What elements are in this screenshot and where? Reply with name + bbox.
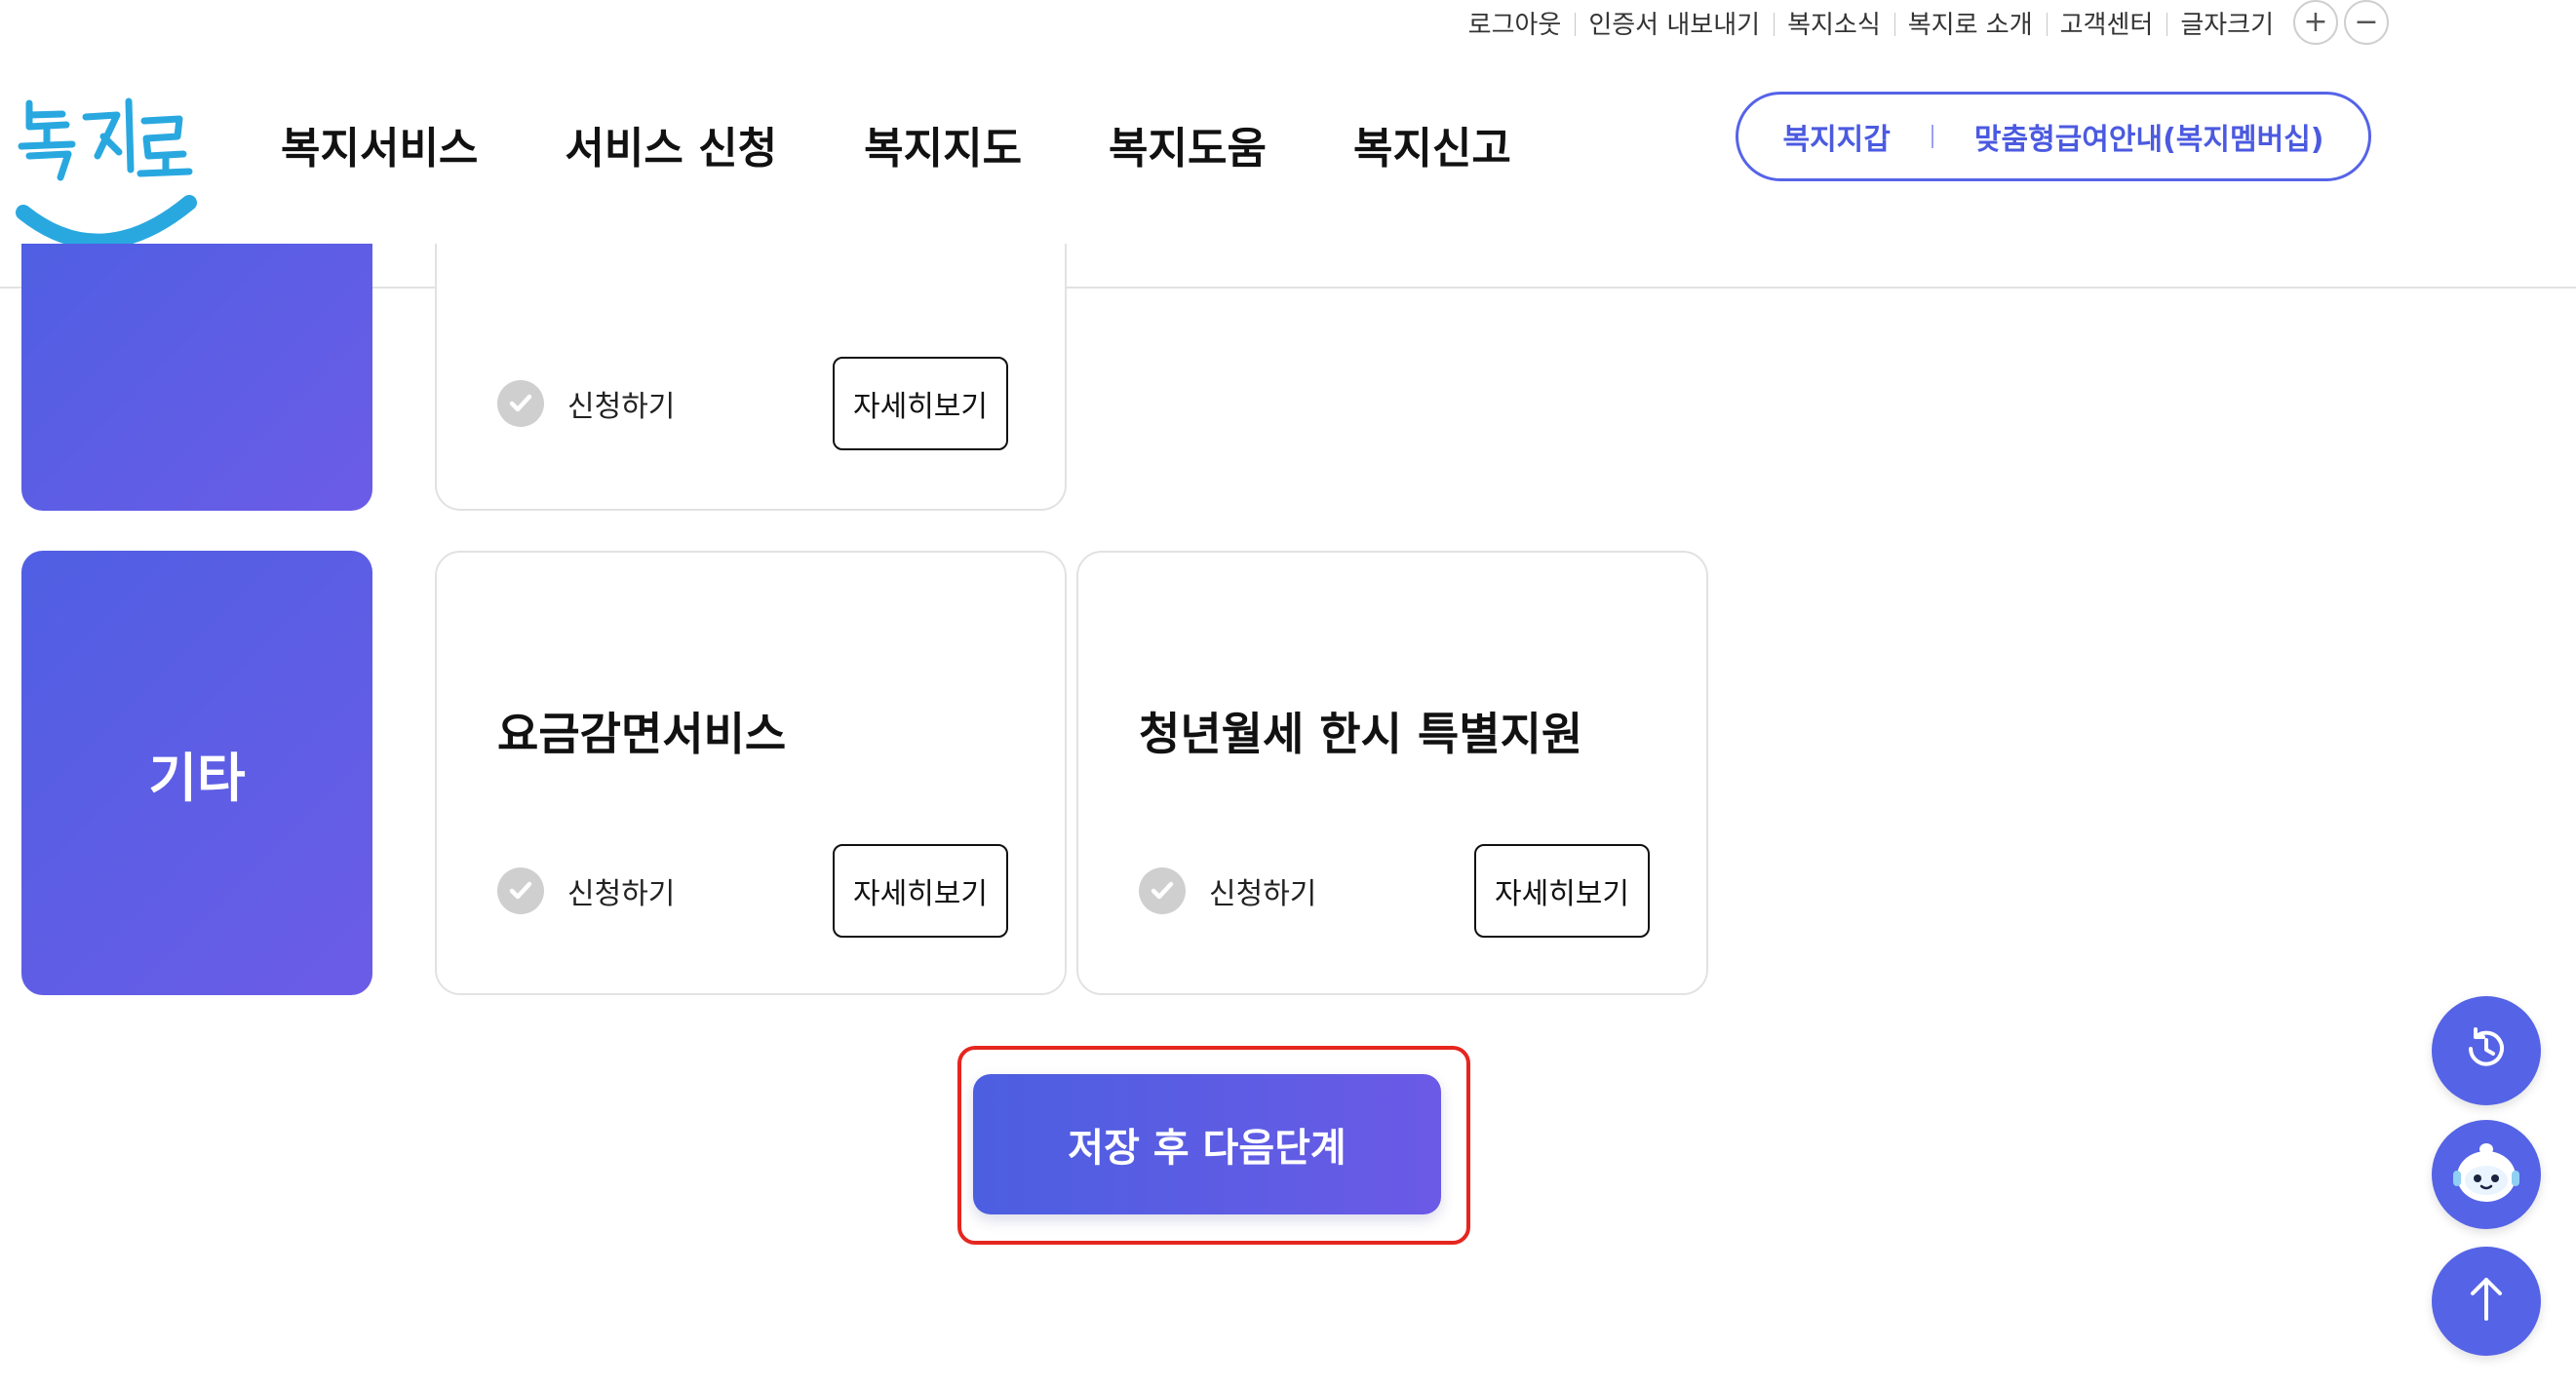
logout-link[interactable]: 로그아웃 xyxy=(1455,5,1576,41)
main-navigation: 복지서비스 서비스 신청 복지지도 복지도움 복지신고 xyxy=(281,113,1598,175)
about-link[interactable]: 복지로 소개 xyxy=(1893,5,2047,41)
arrow-up-icon xyxy=(2457,1270,2516,1332)
customer-center-link[interactable]: 고객센터 xyxy=(2046,5,2167,41)
membership-link[interactable]: 맞춤형급여안내(복지멤버십) xyxy=(1974,115,2324,158)
check-icon xyxy=(497,380,544,427)
font-size-label: 글자크기 xyxy=(2166,5,2287,41)
service-card-fee-reduction: 요금감면서비스 신청하기 자세히보기 xyxy=(435,551,1067,995)
site-header: 복지서비스 서비스 신청 복지지도 복지도움 복지신고 복지지갑 맞춤형급여안내… xyxy=(0,45,2576,289)
utility-bar: 로그아웃 인증서 내보내기 복지소식 복지로 소개 고객센터 글자크기 + − xyxy=(1455,0,2389,45)
scroll-top-button[interactable] xyxy=(2432,1247,2541,1356)
check-icon xyxy=(497,867,544,914)
chatbot-icon xyxy=(2445,1132,2527,1217)
apply-label: 신청하기 xyxy=(567,877,676,911)
save-next-button[interactable]: 저장 후 다음단계 xyxy=(973,1074,1441,1214)
detail-button[interactable]: 자세히보기 xyxy=(833,357,1008,450)
apply-label: 신청하기 xyxy=(1209,877,1317,911)
nav-welfare-map[interactable]: 복지지도 xyxy=(864,113,1022,175)
detail-button[interactable]: 자세히보기 xyxy=(1474,844,1650,938)
apply-label: 신청하기 xyxy=(567,390,676,424)
service-title: 청년월세 한시 특별지원 xyxy=(1139,708,1583,760)
nav-welfare-help[interactable]: 복지도움 xyxy=(1109,113,1267,175)
nav-service-apply[interactable]: 서비스 신청 xyxy=(565,113,777,175)
apply-status: 신청하기 xyxy=(497,867,675,914)
welfare-wallet-link[interactable]: 복지지갑 xyxy=(1782,115,1890,158)
history-icon xyxy=(2457,1020,2516,1082)
category-label: 기타 xyxy=(148,747,246,809)
welfare-news-link[interactable]: 복지소식 xyxy=(1774,5,1894,41)
check-icon xyxy=(1139,867,1186,914)
service-title: 요금감면서비스 xyxy=(497,708,787,760)
category-block-etc: 기타 xyxy=(21,551,372,995)
history-button[interactable] xyxy=(2432,996,2541,1105)
font-increase-button[interactable]: + xyxy=(2293,0,2338,45)
detail-button[interactable]: 자세히보기 xyxy=(833,844,1008,938)
apply-status: 신청하기 xyxy=(497,380,675,427)
service-card-youth-rent: 청년월세 한시 특별지원 신청하기 자세히보기 xyxy=(1076,551,1708,995)
apply-status: 신청하기 xyxy=(1139,867,1316,914)
font-decrease-button[interactable]: − xyxy=(2344,0,2389,45)
chatbot-button[interactable] xyxy=(2432,1120,2541,1229)
pill-divider xyxy=(1931,125,1933,148)
nav-welfare-report[interactable]: 복지신고 xyxy=(1353,113,1511,175)
category-block xyxy=(21,244,372,511)
certificate-export-link[interactable]: 인증서 내보내기 xyxy=(1575,5,1774,41)
nav-welfare-service[interactable]: 복지서비스 xyxy=(281,113,478,175)
membership-pill: 복지지갑 맞춤형급여안내(복지멤버십) xyxy=(1736,92,2371,181)
service-card: 신청하기 자세히보기 xyxy=(435,244,1067,511)
